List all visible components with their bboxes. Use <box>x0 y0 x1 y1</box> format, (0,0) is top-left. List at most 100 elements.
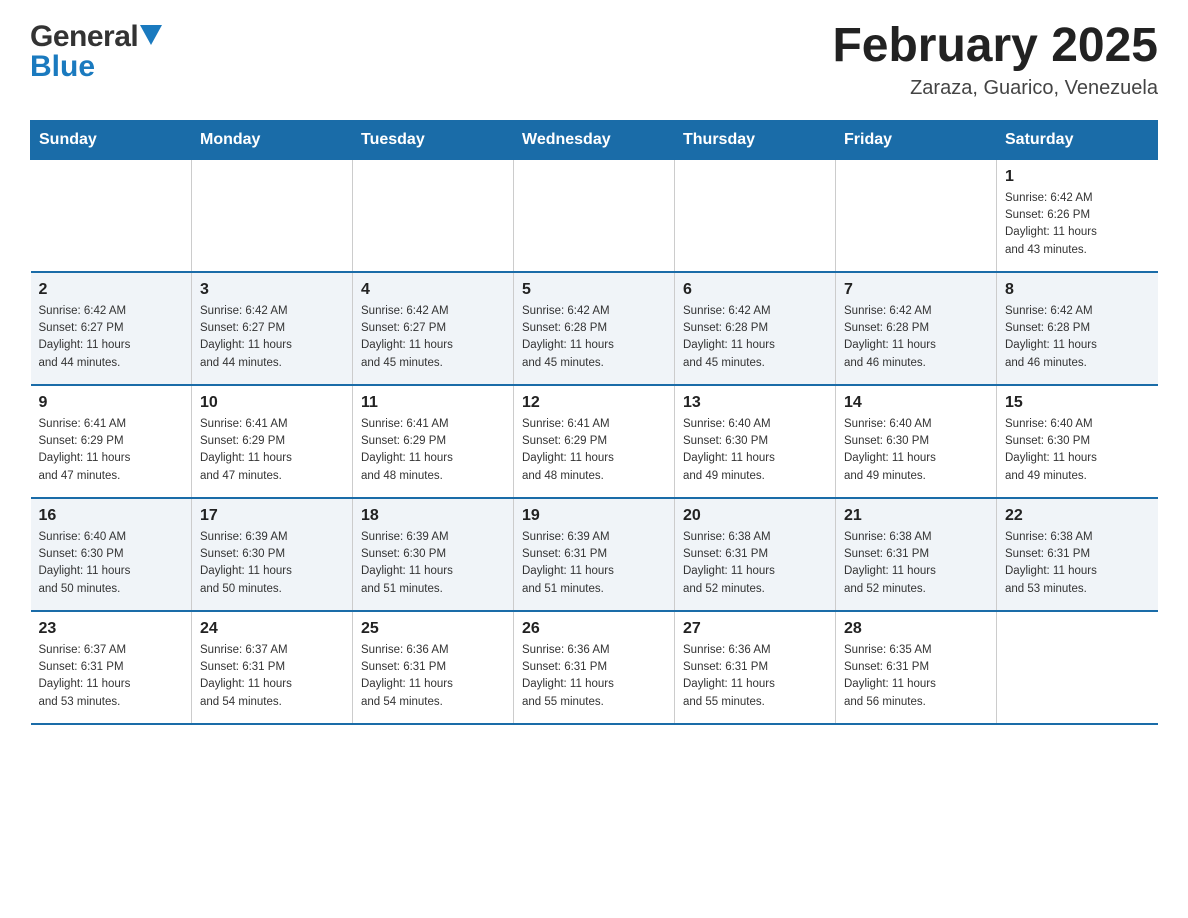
day-info: Sunrise: 6:39 AM Sunset: 6:31 PM Dayligh… <box>522 529 666 598</box>
calendar-cell: 23 Sunrise: 6:37 AM Sunset: 6:31 PM Dayli… <box>31 611 192 724</box>
day-info: Sunrise: 6:42 AM Sunset: 6:28 PM Dayligh… <box>844 303 988 372</box>
calendar-cell: 3Sunrise: 6:42 AM Sunset: 6:27 PM Daylig… <box>192 272 353 385</box>
day-info: Sunrise: 6:42 AM Sunset: 6:27 PM Dayligh… <box>361 303 505 372</box>
day-info: Sunrise: 6:38 AM Sunset: 6:31 PM Dayligh… <box>1005 529 1150 598</box>
day-number: 27 <box>683 620 827 638</box>
day-info: Sunrise: 6:35 AM Sunset: 6:31 PM Dayligh… <box>844 642 988 711</box>
day-number: 23 <box>39 620 184 638</box>
calendar-cell: 16Sunrise: 6:40 AM Sunset: 6:30 PM Dayli… <box>31 498 192 611</box>
calendar-table: Sunday Monday Tuesday Wednesday Thursday… <box>30 120 1158 725</box>
day-number: 8 <box>1005 281 1150 299</box>
day-info: Sunrise: 6:40 AM Sunset: 6:30 PM Dayligh… <box>683 416 827 485</box>
logo-blue-text: Blue <box>30 50 95 84</box>
day-info: Sunrise: 6:36 AM Sunset: 6:31 PM Dayligh… <box>683 642 827 711</box>
calendar-cell: 27 Sunrise: 6:36 AM Sunset: 6:31 PM Dayli… <box>675 611 836 724</box>
day-number: 16 <box>39 507 184 525</box>
calendar-cell: 5 Sunrise: 6:42 AM Sunset: 6:28 PM Daylig… <box>514 272 675 385</box>
day-number: 1 <box>1005 168 1150 186</box>
day-number: 24 <box>200 620 344 638</box>
header-thursday: Thursday <box>675 120 836 159</box>
calendar-cell: 21Sunrise: 6:38 AM Sunset: 6:31 PM Dayli… <box>836 498 997 611</box>
day-number: 21 <box>844 507 988 525</box>
header-friday: Friday <box>836 120 997 159</box>
calendar-cell: 18Sunrise: 6:39 AM Sunset: 6:30 PM Dayli… <box>353 498 514 611</box>
calendar-row: 2 Sunrise: 6:42 AM Sunset: 6:27 PM Daylig… <box>31 272 1158 385</box>
calendar-cell: 6 Sunrise: 6:42 AM Sunset: 6:28 PM Daylig… <box>675 272 836 385</box>
calendar-row: 9 Sunrise: 6:41 AM Sunset: 6:29 PM Daylig… <box>31 385 1158 498</box>
day-number: 11 <box>361 394 505 412</box>
weekday-header-row: Sunday Monday Tuesday Wednesday Thursday… <box>31 120 1158 159</box>
calendar-row: 1Sunrise: 6:42 AM Sunset: 6:26 PM Daylig… <box>31 159 1158 272</box>
day-info: Sunrise: 6:36 AM Sunset: 6:31 PM Dayligh… <box>361 642 505 711</box>
calendar-cell <box>836 159 997 272</box>
logo-general-text: General <box>30 20 138 54</box>
calendar-cell: 20Sunrise: 6:38 AM Sunset: 6:31 PM Dayli… <box>675 498 836 611</box>
day-number: 15 <box>1005 394 1150 412</box>
day-info: Sunrise: 6:37 AM Sunset: 6:31 PM Dayligh… <box>200 642 344 711</box>
day-info: Sunrise: 6:41 AM Sunset: 6:29 PM Dayligh… <box>361 416 505 485</box>
calendar-cell <box>192 159 353 272</box>
month-year-title: February 2025 <box>832 20 1158 73</box>
day-info: Sunrise: 6:42 AM Sunset: 6:28 PM Dayligh… <box>683 303 827 372</box>
location-subtitle: Zaraza, Guarico, Venezuela <box>832 77 1158 100</box>
calendar-cell: 24 Sunrise: 6:37 AM Sunset: 6:31 PM Dayli… <box>192 611 353 724</box>
day-number: 18 <box>361 507 505 525</box>
day-number: 25 <box>361 620 505 638</box>
day-number: 13 <box>683 394 827 412</box>
logo-arrow-icon <box>140 25 162 50</box>
day-info: Sunrise: 6:38 AM Sunset: 6:31 PM Dayligh… <box>683 529 827 598</box>
header-monday: Monday <box>192 120 353 159</box>
day-number: 10 <box>200 394 344 412</box>
day-info: Sunrise: 6:41 AM Sunset: 6:29 PM Dayligh… <box>522 416 666 485</box>
calendar-cell: 2 Sunrise: 6:42 AM Sunset: 6:27 PM Daylig… <box>31 272 192 385</box>
day-number: 19 <box>522 507 666 525</box>
calendar-header: Sunday Monday Tuesday Wednesday Thursday… <box>31 120 1158 159</box>
calendar-cell: 22 Sunrise: 6:38 AM Sunset: 6:31 PM Dayli… <box>997 498 1158 611</box>
day-number: 7 <box>844 281 988 299</box>
calendar-cell <box>675 159 836 272</box>
calendar-row: 23 Sunrise: 6:37 AM Sunset: 6:31 PM Dayli… <box>31 611 1158 724</box>
day-number: 6 <box>683 281 827 299</box>
day-info: Sunrise: 6:36 AM Sunset: 6:31 PM Dayligh… <box>522 642 666 711</box>
day-info: Sunrise: 6:40 AM Sunset: 6:30 PM Dayligh… <box>844 416 988 485</box>
calendar-cell <box>514 159 675 272</box>
day-number: 22 <box>1005 507 1150 525</box>
day-info: Sunrise: 6:42 AM Sunset: 6:28 PM Dayligh… <box>522 303 666 372</box>
day-info: Sunrise: 6:41 AM Sunset: 6:29 PM Dayligh… <box>200 416 344 485</box>
calendar-cell: 28 Sunrise: 6:35 AM Sunset: 6:31 PM Dayli… <box>836 611 997 724</box>
calendar-cell: 13 Sunrise: 6:40 AM Sunset: 6:30 PM Dayli… <box>675 385 836 498</box>
logo: General Blue <box>30 20 162 84</box>
day-number: 17 <box>200 507 344 525</box>
calendar-cell <box>31 159 192 272</box>
calendar-body: 1Sunrise: 6:42 AM Sunset: 6:26 PM Daylig… <box>31 159 1158 724</box>
title-area: February 2025 Zaraza, Guarico, Venezuela <box>832 20 1158 100</box>
header-wednesday: Wednesday <box>514 120 675 159</box>
calendar-cell: 4 Sunrise: 6:42 AM Sunset: 6:27 PM Daylig… <box>353 272 514 385</box>
calendar-cell: 11 Sunrise: 6:41 AM Sunset: 6:29 PM Dayli… <box>353 385 514 498</box>
calendar-cell: 19 Sunrise: 6:39 AM Sunset: 6:31 PM Dayli… <box>514 498 675 611</box>
calendar-cell: 14Sunrise: 6:40 AM Sunset: 6:30 PM Dayli… <box>836 385 997 498</box>
day-info: Sunrise: 6:41 AM Sunset: 6:29 PM Dayligh… <box>39 416 184 485</box>
day-number: 4 <box>361 281 505 299</box>
day-number: 3 <box>200 281 344 299</box>
calendar-cell: 26 Sunrise: 6:36 AM Sunset: 6:31 PM Dayli… <box>514 611 675 724</box>
day-number: 2 <box>39 281 184 299</box>
day-info: Sunrise: 6:42 AM Sunset: 6:28 PM Dayligh… <box>1005 303 1150 372</box>
header-saturday: Saturday <box>997 120 1158 159</box>
calendar-cell: 15 Sunrise: 6:40 AM Sunset: 6:30 PM Dayli… <box>997 385 1158 498</box>
day-number: 26 <box>522 620 666 638</box>
calendar-cell: 9 Sunrise: 6:41 AM Sunset: 6:29 PM Daylig… <box>31 385 192 498</box>
calendar-cell: 7 Sunrise: 6:42 AM Sunset: 6:28 PM Daylig… <box>836 272 997 385</box>
day-info: Sunrise: 6:42 AM Sunset: 6:27 PM Dayligh… <box>39 303 184 372</box>
calendar-cell: 12 Sunrise: 6:41 AM Sunset: 6:29 PM Dayli… <box>514 385 675 498</box>
calendar-cell <box>997 611 1158 724</box>
header-tuesday: Tuesday <box>353 120 514 159</box>
calendar-cell: 25 Sunrise: 6:36 AM Sunset: 6:31 PM Dayli… <box>353 611 514 724</box>
day-info: Sunrise: 6:37 AM Sunset: 6:31 PM Dayligh… <box>39 642 184 711</box>
day-number: 9 <box>39 394 184 412</box>
calendar-cell: 1Sunrise: 6:42 AM Sunset: 6:26 PM Daylig… <box>997 159 1158 272</box>
day-info: Sunrise: 6:40 AM Sunset: 6:30 PM Dayligh… <box>1005 416 1150 485</box>
day-number: 5 <box>522 281 666 299</box>
day-number: 12 <box>522 394 666 412</box>
day-number: 28 <box>844 620 988 638</box>
